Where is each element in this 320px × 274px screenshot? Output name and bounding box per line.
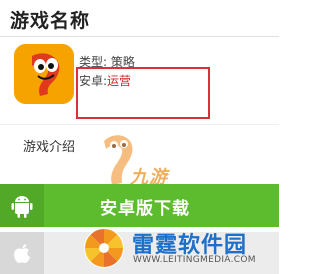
apple-icon-cell	[0, 232, 44, 274]
android-icon-cell	[0, 184, 44, 227]
highlight-box	[76, 67, 210, 119]
brand-url: WWW.LEITINGMEDIA.COM	[133, 255, 256, 265]
android-download-button[interactable]: 安卓版下载	[0, 184, 279, 227]
game-title: 游戏名称	[10, 10, 91, 32]
apple-icon	[14, 244, 30, 263]
app-mascot-icon[interactable]	[14, 44, 74, 104]
page-header: 游戏名称	[0, 0, 279, 38]
game-intro-label: 游戏介绍	[23, 140, 76, 155]
header-divider	[0, 36, 279, 37]
brand-logo-icon	[82, 226, 126, 270]
android-icon	[11, 195, 33, 218]
brand-watermark: 雷霆软件园 WWW.LEITINGMEDIA.COM	[78, 222, 279, 274]
android-download-label: 安卓版下载	[100, 199, 190, 219]
